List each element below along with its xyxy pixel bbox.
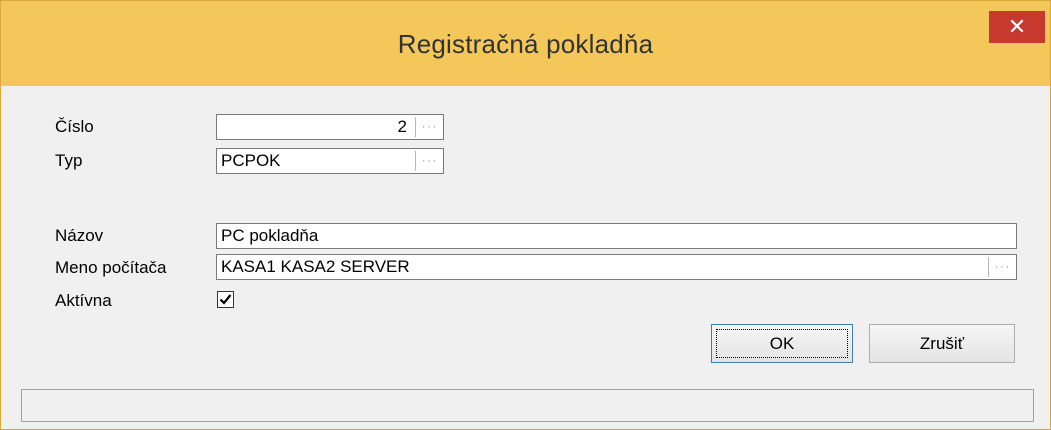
nazov-label: Názov bbox=[55, 226, 104, 245]
aktivna-checkbox[interactable] bbox=[217, 291, 234, 308]
checkmark-icon bbox=[219, 294, 232, 305]
typ-browse-button[interactable]: · · · bbox=[415, 151, 441, 171]
cancel-button[interactable]: Zrušiť bbox=[869, 324, 1015, 363]
typ-field[interactable]: PCPOK · · · bbox=[216, 148, 444, 174]
meno-pocitaca-label: Meno počítača bbox=[55, 258, 167, 277]
focus-rectangle bbox=[716, 329, 848, 358]
close-icon: ✕ bbox=[1007, 14, 1027, 39]
status-bar bbox=[21, 389, 1034, 422]
cancel-button-label: Zrušiť bbox=[919, 333, 965, 353]
aktivna-label: Aktívna bbox=[55, 291, 112, 310]
dialog-window: Registračná pokladňa ✕ Číslo 2 · · · Typ… bbox=[0, 0, 1051, 430]
ellipsis-icon: · · · bbox=[421, 119, 437, 133]
window-title: Registračná pokladňa bbox=[397, 29, 654, 59]
nazov-field[interactable]: PC pokladňa bbox=[216, 223, 1017, 249]
ok-button[interactable]: OK bbox=[711, 324, 853, 363]
meno-pocitaca-field[interactable]: KASA1 KASA2 SERVER · · · bbox=[216, 254, 1017, 280]
ellipsis-icon: · · · bbox=[994, 259, 1010, 273]
typ-label: Typ bbox=[55, 151, 83, 170]
close-button[interactable]: ✕ bbox=[989, 11, 1045, 43]
typ-value: PCPOK bbox=[221, 151, 281, 170]
meno-pocitaca-browse-button[interactable]: · · · bbox=[988, 257, 1014, 277]
meno-pocitaca-value: KASA1 KASA2 SERVER bbox=[221, 257, 410, 276]
cislo-browse-button[interactable]: · · · bbox=[415, 117, 441, 137]
ellipsis-icon: · · · bbox=[421, 153, 437, 167]
title-bar[interactable]: Registračná pokladňa ✕ bbox=[1, 1, 1050, 86]
cislo-label: Číslo bbox=[55, 117, 94, 136]
dialog-body: Číslo 2 · · · Typ PCPOK · · · Názov PC p… bbox=[21, 86, 1034, 422]
nazov-value: PC pokladňa bbox=[221, 226, 319, 245]
cislo-field[interactable]: 2 · · · bbox=[216, 114, 444, 140]
cislo-value: 2 bbox=[397, 117, 407, 136]
